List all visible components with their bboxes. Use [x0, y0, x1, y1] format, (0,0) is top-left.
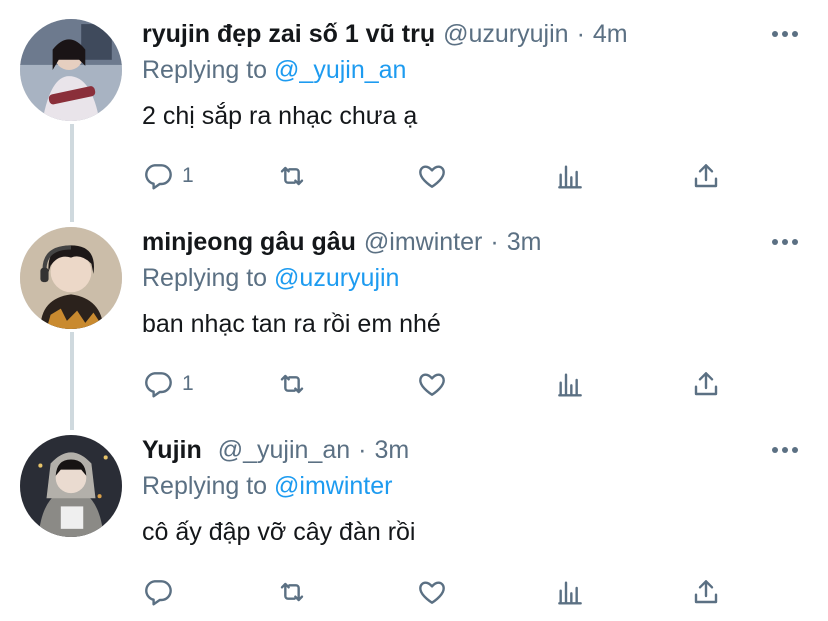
- more-icon[interactable]: [772, 235, 798, 249]
- replying-to-label: Replying to: [142, 56, 268, 84]
- heart-icon: [419, 373, 445, 396]
- display-name[interactable]: ryujin đẹp zai số 1 vũ trụ: [142, 20, 435, 48]
- analytics-button[interactable]: [554, 575, 586, 609]
- timestamp[interactable]: 3m: [374, 436, 409, 464]
- retweet-button[interactable]: [276, 159, 308, 193]
- retweet-icon: [280, 166, 304, 186]
- replying-to-mention[interactable]: @uzuryujin: [274, 264, 399, 292]
- tweet-text: ban nhạc tan ra rồi em nhé: [142, 310, 441, 338]
- replying-to-mention[interactable]: @imwinter: [274, 472, 392, 500]
- retweet-button[interactable]: [276, 367, 308, 401]
- avatar[interactable]: [20, 19, 122, 121]
- reply-icon: [145, 580, 172, 606]
- heart-icon: [419, 581, 445, 604]
- heart-icon: [419, 165, 445, 188]
- analytics-icon: [558, 581, 582, 605]
- user-handle[interactable]: @imwinter: [364, 228, 482, 256]
- tweet-actions: 1: [142, 367, 742, 401]
- avatar-image: [20, 435, 122, 537]
- more-icon[interactable]: [772, 443, 798, 457]
- tweet[interactable]: minjeong gâu gâu @imwinter · 3m Replying to…: [0, 225, 828, 405]
- like-button[interactable]: [416, 575, 448, 609]
- retweet-icon: [280, 374, 304, 394]
- share-icon: [694, 580, 718, 604]
- tweet[interactable]: ryujin đẹp zai số 1 vũ trụ @uzuryujin · 4m …: [0, 17, 828, 197]
- user-handle[interactable]: @_yujin_an: [218, 436, 350, 464]
- analytics-icon: [558, 373, 582, 397]
- retweet-icon: [280, 582, 304, 602]
- avatar-image: [20, 227, 122, 329]
- like-button[interactable]: [416, 159, 448, 193]
- reply-icon: [145, 372, 172, 398]
- share-icon: [694, 372, 718, 396]
- user-handle[interactable]: @uzuryujin: [443, 20, 568, 48]
- separator-dot: ·: [490, 228, 499, 256]
- tweet-actions: 1: [142, 159, 742, 193]
- tweet-header: Yujin @_yujin_an · 3m: [142, 433, 409, 467]
- analytics-button[interactable]: [554, 159, 586, 193]
- tweet-text: cô ấy đập vỡ cây đàn rồi: [142, 518, 416, 546]
- replying-to-label: Replying to: [142, 472, 268, 500]
- share-button[interactable]: [690, 575, 722, 609]
- avatar[interactable]: [20, 227, 122, 329]
- tweet-actions: [142, 575, 742, 609]
- reply-button[interactable]: [142, 575, 182, 609]
- reply-count: 1: [182, 372, 194, 395]
- tweet-header: minjeong gâu gâu @imwinter · 3m: [142, 225, 541, 259]
- reply-button[interactable]: 1: [142, 159, 194, 193]
- analytics-icon: [558, 165, 582, 189]
- tweet-header: ryujin đẹp zai số 1 vũ trụ @uzuryujin · 4m: [142, 17, 628, 51]
- separator-dot: ·: [358, 436, 367, 464]
- timestamp[interactable]: 4m: [593, 20, 628, 48]
- replying-to: Replying to @uzuryujin: [142, 261, 399, 295]
- reply-button[interactable]: 1: [142, 367, 194, 401]
- display-name[interactable]: minjeong gâu gâu: [142, 228, 356, 256]
- share-button[interactable]: [690, 367, 722, 401]
- reply-count: 1: [182, 164, 194, 187]
- tweet-text: 2 chị sắp ra nhạc chưa ạ: [142, 102, 418, 130]
- replying-to: Replying to @_yujin_an: [142, 53, 406, 87]
- timestamp[interactable]: 3m: [507, 228, 542, 256]
- avatar[interactable]: [20, 435, 122, 537]
- replying-to-mention[interactable]: @_yujin_an: [274, 56, 406, 84]
- separator-dot: ·: [576, 20, 585, 48]
- share-icon: [694, 164, 718, 188]
- like-button[interactable]: [416, 367, 448, 401]
- more-icon[interactable]: [772, 27, 798, 41]
- avatar-image: [20, 19, 122, 121]
- display-name[interactable]: Yujin: [142, 436, 202, 464]
- retweet-button[interactable]: [276, 575, 308, 609]
- replying-to-label: Replying to: [142, 264, 268, 292]
- analytics-button[interactable]: [554, 367, 586, 401]
- replying-to: Replying to @imwinter: [142, 469, 392, 503]
- reply-icon: [145, 164, 172, 190]
- tweet[interactable]: Yujin @_yujin_an · 3m Replying to @imwinter…: [0, 433, 828, 613]
- share-button[interactable]: [690, 159, 722, 193]
